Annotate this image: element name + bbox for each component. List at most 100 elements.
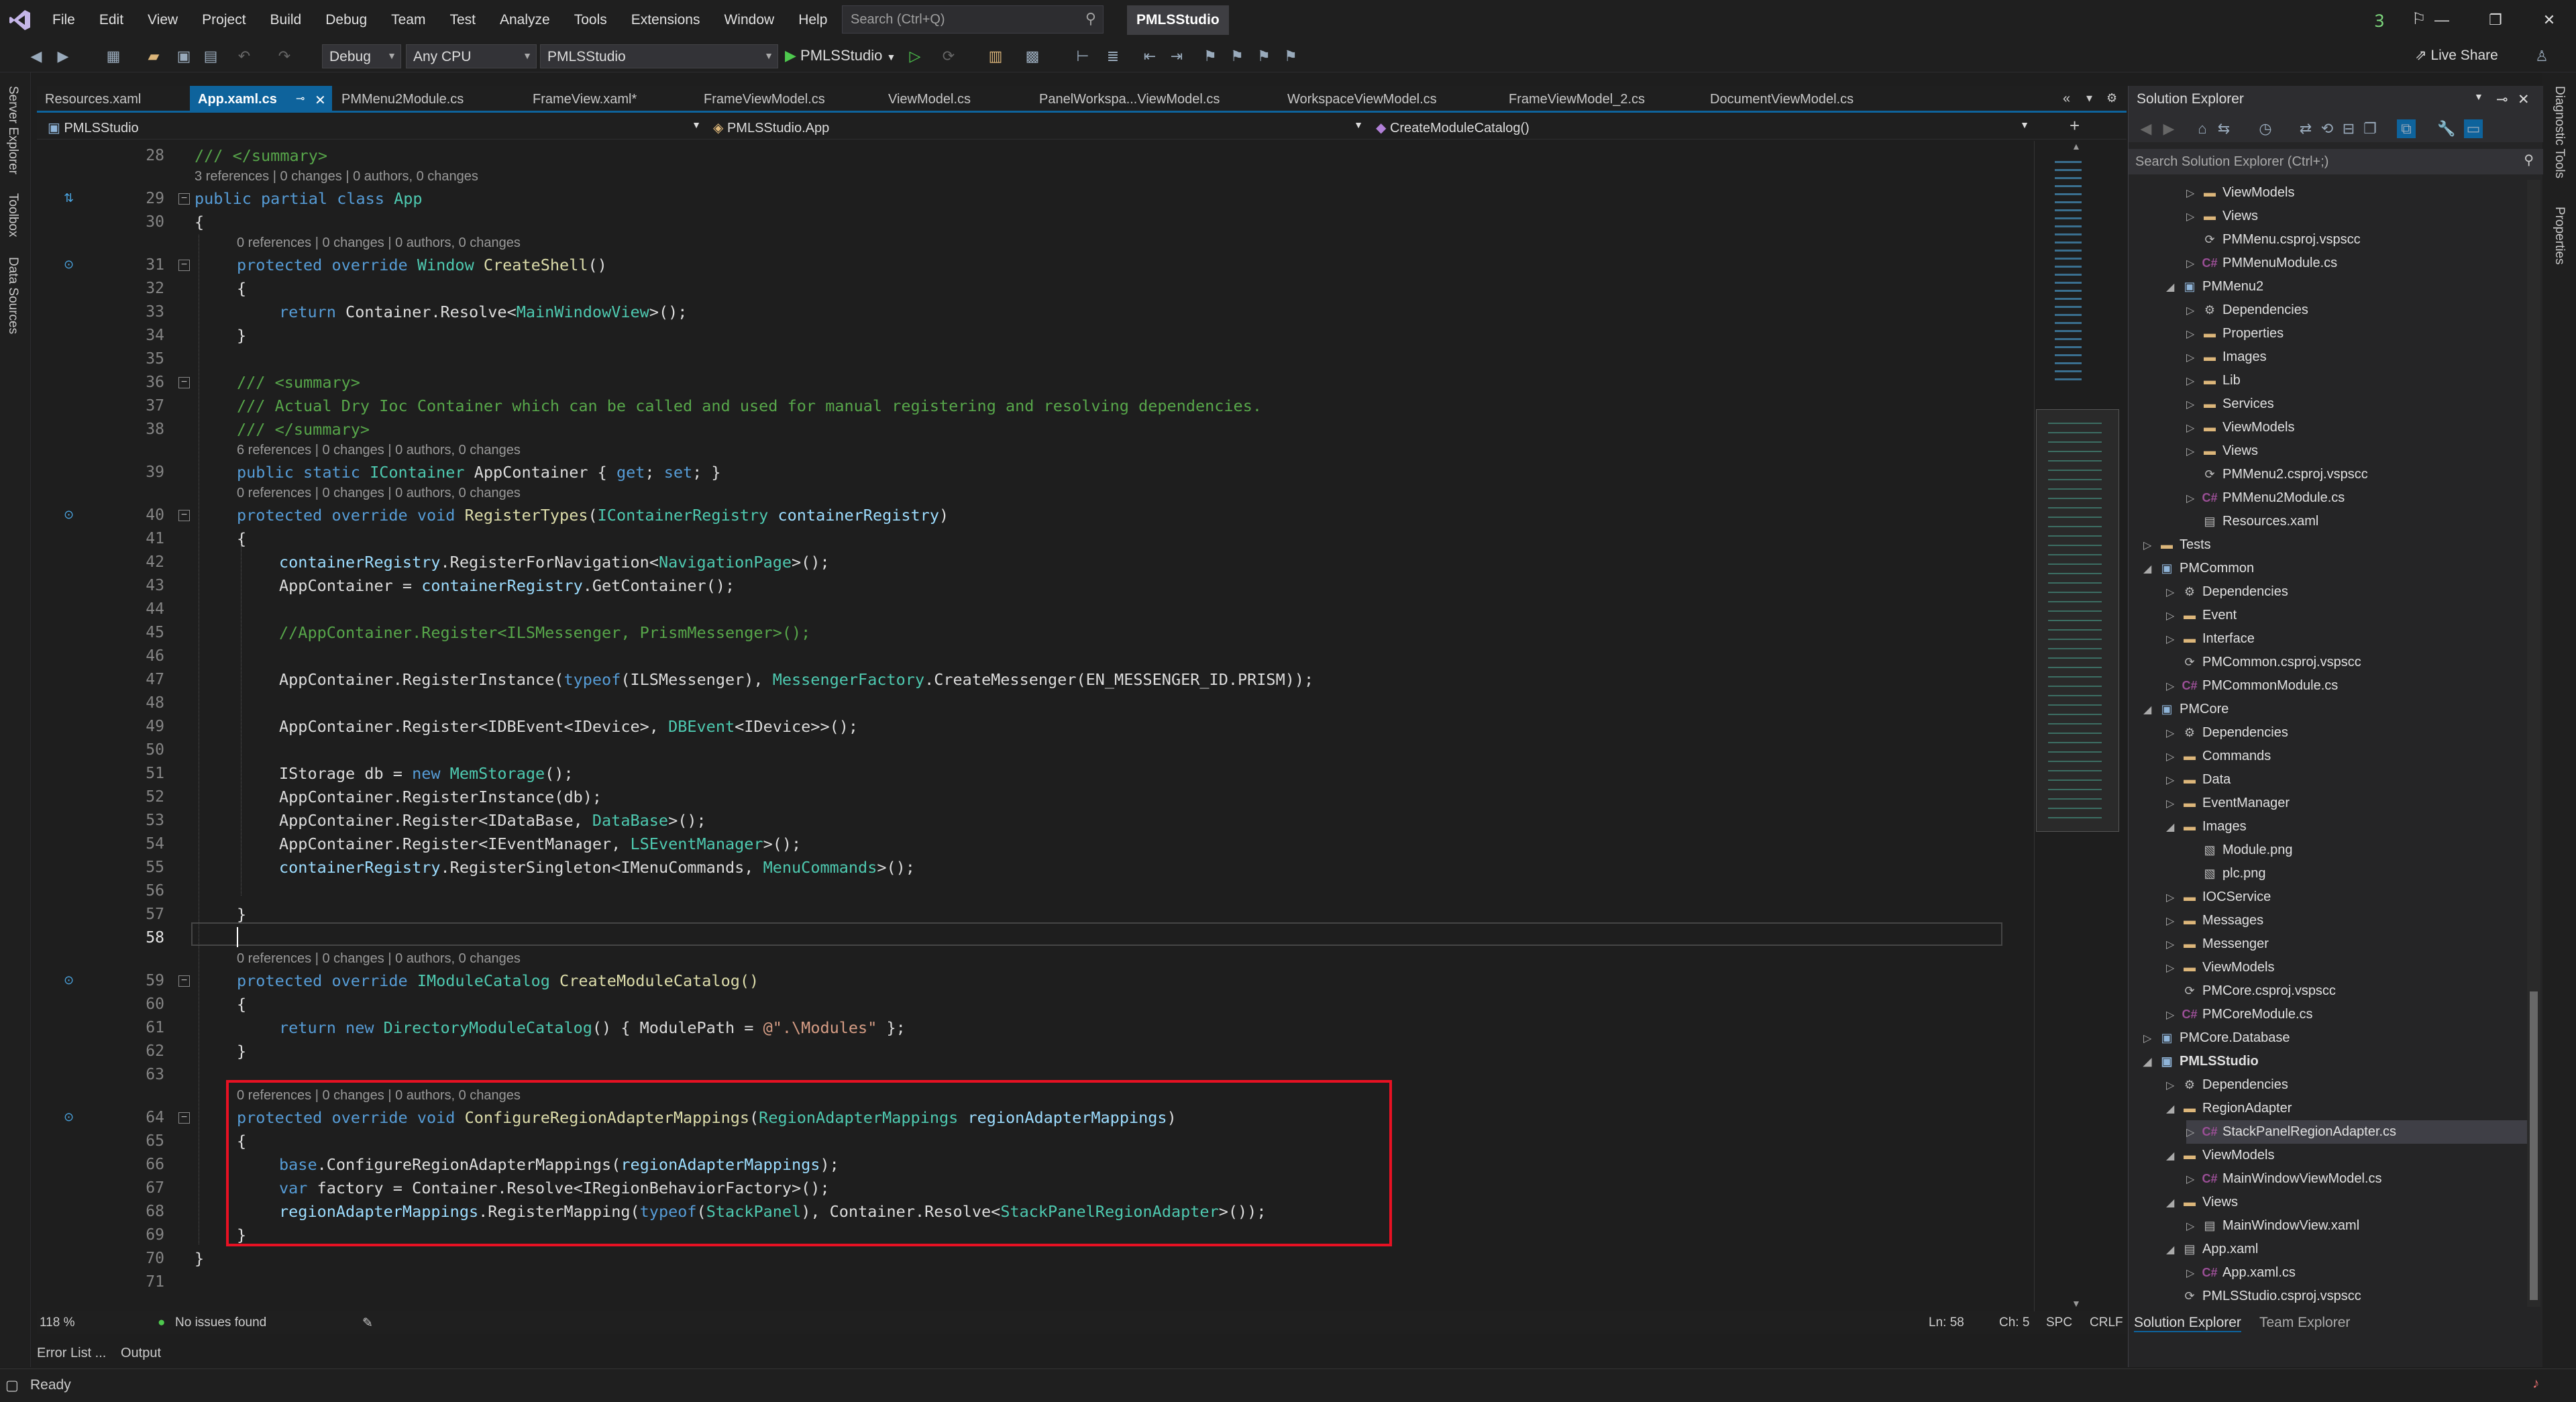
properties-tab[interactable]: Properties: [2552, 207, 2567, 265]
account-icon[interactable]: Ꝫ: [2368, 8, 2391, 31]
tree-item-image[interactable]: ▧ plc.png: [2201, 862, 2265, 885]
collapse-icon[interactable]: −: [178, 377, 190, 388]
tab-pmmenu2module[interactable]: PMMenu2Module.cs: [333, 86, 472, 113]
admin-icon[interactable]: ♙: [2532, 47, 2551, 66]
project-nav-dropdown[interactable]: ▣ PMLSStudio ▼: [42, 117, 706, 137]
codelens-app[interactable]: 3 references | 0 changes | 0 authors, 0 …: [195, 167, 478, 186]
tree-item-folder[interactable]: ◢ ▬ Views: [2166, 1191, 2238, 1214]
browser-link-icon[interactable]: ▥: [986, 47, 1005, 66]
tree-item-cs[interactable]: ▷ C# PMCommonModule.cs: [2166, 674, 2338, 698]
step-icon[interactable]: ⊢: [1073, 47, 1092, 66]
save-icon[interactable]: ▣: [174, 47, 193, 66]
close-icon[interactable]: ✕: [2518, 91, 2530, 108]
menu-window[interactable]: Window: [712, 0, 786, 40]
line-indicator[interactable]: Ln: 58: [1929, 1315, 1964, 1330]
tree-item-file[interactable]: ▤ Resources.xaml: [2201, 510, 2318, 533]
tree-item-folder[interactable]: ▷ ▬ Tests: [2143, 533, 2211, 557]
tab-workspaceviewmodel[interactable]: WorkspaceViewModel.cs: [1279, 86, 1445, 113]
pending-changes-icon[interactable]: ◷: [2256, 119, 2275, 138]
tab-frameviewmodel-2[interactable]: FrameViewModel_2.cs: [1501, 86, 1653, 113]
code-editor[interactable]: 28 29 30 31 32 33 34 35 36 37 38 39 40 4…: [37, 141, 2033, 1311]
scroll-down-arrow-icon[interactable]: ▼: [2072, 1298, 2081, 1309]
tree-item-folder[interactable]: ▷ ▬ Lib: [2186, 369, 2241, 392]
tab-overflow-icon[interactable]: «: [2063, 91, 2070, 107]
collapse-icon[interactable]: −: [178, 260, 190, 271]
menu-tools[interactable]: Tools: [562, 0, 619, 40]
menu-debug[interactable]: Debug: [313, 0, 379, 40]
switch-view-icon[interactable]: ⇆: [2214, 119, 2233, 138]
tree-item-cs-selected[interactable]: ▷ C# StackPanelRegionAdapter.cs: [2186, 1120, 2527, 1144]
tree-item-folder[interactable]: ▷ ▬ EventManager: [2166, 792, 2290, 815]
class-nav-dropdown[interactable]: ◈ PMLSStudio.App ▼: [708, 117, 1368, 137]
tab-app-xaml-cs[interactable]: App.xaml.cs ⊸ ✕: [190, 86, 332, 113]
line-ending-indicator[interactable]: CRLF: [2090, 1315, 2123, 1330]
tab-frameview-xaml[interactable]: FrameView.xaml*: [525, 86, 645, 113]
scroll-thumb[interactable]: [2530, 991, 2538, 1300]
whitespace-indicator[interactable]: SPC: [2046, 1315, 2072, 1330]
bookmark-next-icon[interactable]: ⚑: [1254, 47, 1273, 66]
tree-item-properties[interactable]: ▷ ▬ Properties: [2186, 322, 2284, 345]
forward-icon[interactable]: ▶: [54, 47, 72, 66]
tree-item-folder[interactable]: ▷ ▬ Commands: [2166, 745, 2271, 768]
pin-icon[interactable]: ⊸: [296, 92, 305, 105]
forward-icon[interactable]: ▶: [2159, 119, 2178, 138]
menu-analyze[interactable]: Analyze: [488, 0, 562, 40]
tab-resources-xaml[interactable]: Resources.xaml: [37, 86, 149, 113]
scrollbar-minimap[interactable]: ▲ ▼: [2034, 141, 2120, 1311]
split-editor-icon[interactable]: +: [2070, 115, 2080, 136]
tree-item-folder[interactable]: ▷ ▬ Images: [2186, 345, 2267, 369]
start-debug-button[interactable]: ▶ PMLSStudio ▼: [785, 47, 896, 64]
tab-viewmodel[interactable]: ViewModel.cs: [880, 86, 979, 113]
tree-item-file[interactable]: ⟳ PMCore.csproj.vspscc: [2181, 979, 2335, 1003]
tree-item-folder[interactable]: ▷ ▬ Data: [2166, 768, 2231, 792]
tree-item-folder[interactable]: ▷ ▬ Messenger: [2166, 932, 2269, 956]
issues-status[interactable]: No issues found: [175, 1315, 266, 1330]
zoom-dropdown[interactable]: 118 %: [40, 1315, 74, 1330]
tree-item-cs[interactable]: ▷ C# MainWindowViewModel.cs: [2186, 1167, 2382, 1191]
tab-solution-explorer[interactable]: Solution Explorer: [2134, 1315, 2241, 1332]
config-dropdown[interactable]: Debug ▼: [322, 44, 401, 68]
home-icon[interactable]: ⌂: [2193, 119, 2212, 138]
tree-item-file[interactable]: ⟳ PMLSStudio.csproj.vspscc: [2181, 1285, 2361, 1308]
tree-item-file[interactable]: ⟳ PMMenu.csproj.vspscc: [2201, 228, 2360, 252]
maximize-button[interactable]: ❐: [2469, 0, 2522, 40]
sync-icon[interactable]: ⇄: [2296, 119, 2315, 138]
codelens-appcontainer[interactable]: 6 references | 0 changes | 0 authors, 0 …: [237, 441, 521, 460]
member-nav-dropdown[interactable]: ◆ CreateModuleCatalog() ▼: [1371, 117, 2035, 137]
startup-project-dropdown[interactable]: PMLSStudio ▼: [540, 44, 778, 68]
menu-edit[interactable]: Edit: [87, 0, 136, 40]
diagnostic-tools-tab[interactable]: Diagnostic Tools: [2552, 86, 2567, 178]
menu-view[interactable]: View: [136, 0, 190, 40]
tree-item-dependencies[interactable]: ▷ ⚙ Dependencies: [2166, 1073, 2288, 1097]
tree-item-cs[interactable]: ▷ C# PMCoreModule.cs: [2166, 1003, 2313, 1026]
column-indicator[interactable]: Ch: 5: [1999, 1315, 2029, 1330]
tab-documentviewmodel[interactable]: DocumentViewModel.cs: [1702, 86, 1862, 113]
show-all-files-icon[interactable]: ❐: [2361, 119, 2379, 138]
collapse-icon[interactable]: −: [178, 975, 190, 987]
tree-item-folder[interactable]: ▷ ▬ IOCService: [2166, 885, 2271, 909]
tree-item-dependencies[interactable]: ▷ ⚙ Dependencies: [2166, 580, 2288, 604]
tab-frameviewmodel[interactable]: FrameViewModel.cs: [696, 86, 833, 113]
tree-item-folder[interactable]: ◢ ▬ Images: [2166, 815, 2247, 839]
bookmark-clear-icon[interactable]: ⚑: [1281, 47, 1300, 66]
menu-file[interactable]: File: [40, 0, 87, 40]
toolbox-tab[interactable]: Toolbox: [5, 193, 20, 237]
collapse-all-icon[interactable]: ⊟: [2339, 119, 2358, 138]
start-without-debug-icon[interactable]: ▷: [906, 47, 924, 66]
tree-item-folder[interactable]: ▷ ▬ Event: [2166, 604, 2237, 627]
tree-item-project[interactable]: ◢ ▣ PMCommon: [2143, 557, 2254, 580]
tree-item-xaml[interactable]: ◢ ▤ App.xaml: [2166, 1238, 2258, 1261]
tree-item-file[interactable]: ⟳ PMCommon.csproj.vspscc: [2181, 651, 2361, 674]
tree-item-cs[interactable]: ▷ C# App.xaml.cs: [2186, 1261, 2296, 1285]
tab-error-list[interactable]: Error List ...: [37, 1346, 106, 1361]
tab-output[interactable]: Output: [121, 1346, 161, 1361]
tree-item-folder[interactable]: ▷ ▬ Interface: [2166, 627, 2255, 651]
menu-help[interactable]: Help: [786, 0, 839, 40]
close-tab-icon[interactable]: ✕: [315, 92, 326, 109]
save-all-icon[interactable]: ▤: [201, 47, 220, 66]
open-icon[interactable]: ▰: [144, 47, 163, 66]
tree-item-xaml[interactable]: ▷ ▤ MainWindowView.xaml: [2186, 1214, 2359, 1238]
hot-reload-icon[interactable]: ⟳: [939, 47, 958, 66]
layout-icon[interactable]: ▩: [1023, 47, 1042, 66]
override-glyph-icon[interactable]: ⊙: [64, 258, 80, 272]
